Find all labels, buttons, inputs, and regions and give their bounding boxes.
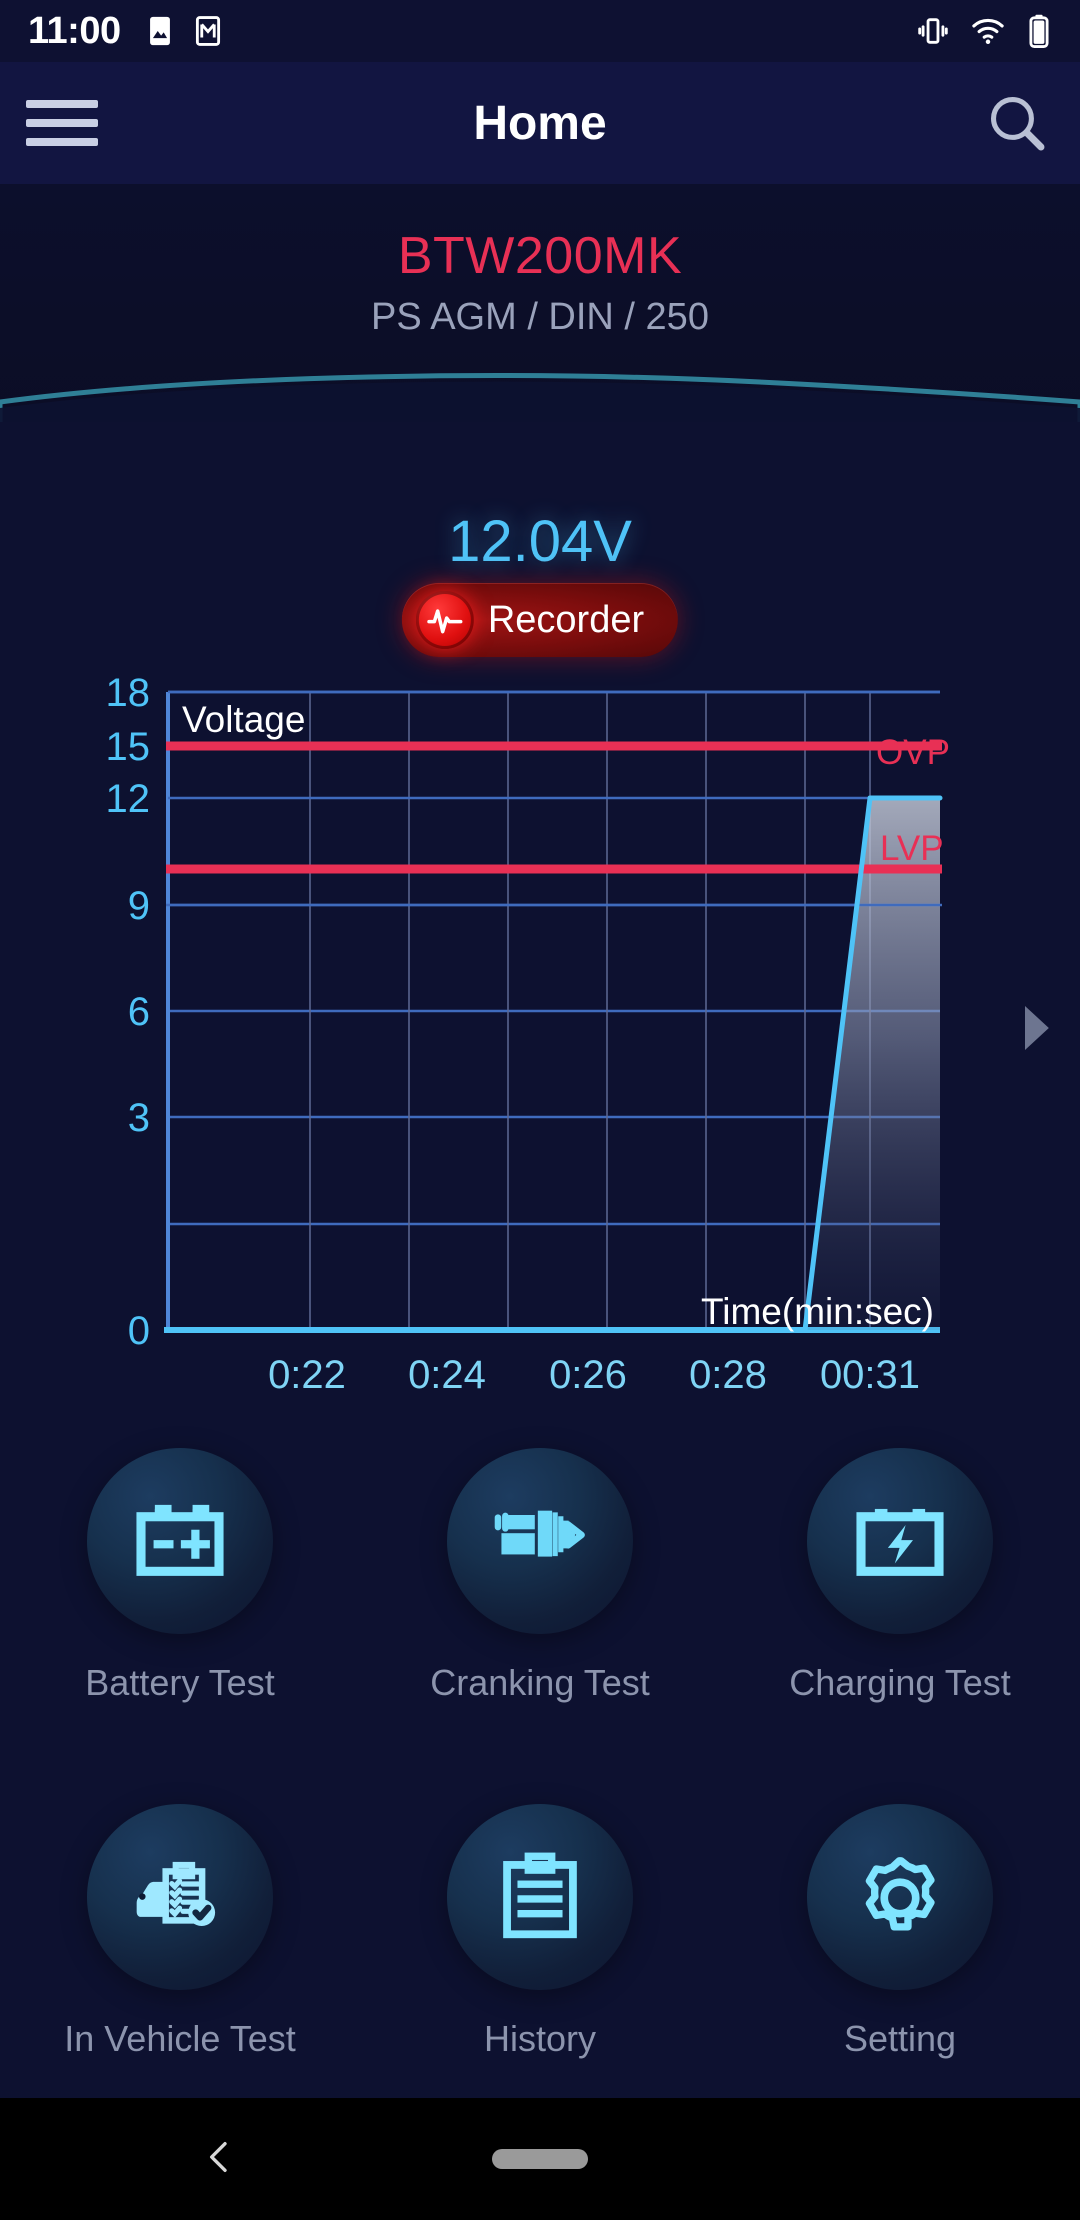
device-model-name: BTW200MK [397,227,683,285]
tile-history[interactable]: History [360,1804,720,2060]
wifi-icon [972,18,1004,45]
tile-charging-test[interactable]: Charging Test [720,1448,1080,1704]
car-checklist-icon [87,1804,273,1990]
system-nav-bar [0,2098,1080,2220]
feature-grid: Battery Test Cranking Test Charging Test… [0,1448,1080,2060]
tile-label: Battery Test [85,1662,275,1703]
pulse-icon [415,591,474,649]
tile-label: History [483,2018,596,2059]
starter-motor-glyph [494,1510,585,1557]
search-icon[interactable] [980,86,1054,160]
search-glyph [991,97,1045,151]
y-tick-18: 18 [106,671,151,715]
battery-plus-minus-glyph [136,1504,224,1576]
hamburger-menu-icon[interactable] [26,93,102,153]
recorder-label: Recorder [487,598,645,641]
chart-canvas: 18 15 12 9 6 3 0 0:22 0:24 0:26 0:28 00:… [106,671,950,1397]
ovp-label: OVP [876,733,950,772]
y-tick-15: 15 [106,725,151,769]
chevron-right-icon[interactable] [1014,1000,1058,1061]
clipboard-lines-icon [447,1804,633,1990]
app-bar: Home [0,62,1080,184]
tile-setting[interactable]: Setting [720,1804,1080,2060]
page-title: Home [473,96,607,150]
y-tick-0: 0 [128,1309,150,1353]
home-pill-handle[interactable] [492,2149,588,2169]
x-tick-2: 0:26 [549,1353,627,1397]
gmail-icon [195,16,220,46]
device-spec-text: PS AGM / DIN / 250 [371,296,709,338]
y-tick-3: 3 [128,1096,150,1140]
tile-in-vehicle-test[interactable]: In Vehicle Test [0,1804,360,2060]
status-bar: 11:00 [0,0,1080,62]
car-checklist-glyph [136,1861,216,1927]
x-tick-3: 0:28 [689,1353,767,1397]
y-tick-9: 9 [128,884,150,928]
battery-bolt-icon [807,1448,993,1634]
gear-glyph [865,1857,935,1931]
pulse-glyph [427,609,463,634]
photos-icon [149,16,170,46]
y-tick-6: 6 [128,990,150,1034]
chart-area-fill [805,798,940,1330]
x-tick-1: 0:24 [408,1353,486,1397]
chart-x-tick-labels: 0:22 0:24 0:26 0:28 00:31 [268,1353,920,1397]
x-tick-0: 0:22 [268,1353,346,1397]
tile-label: In Vehicle Test [64,2018,296,2059]
recorder-button[interactable]: Recorder [401,583,679,657]
status-system-icons [916,13,1052,49]
gear-icon [807,1804,993,1990]
tile-label: Cranking Test [430,1662,650,1703]
status-time: 11:00 [28,9,121,52]
voltage-reading: 12.04V [448,509,632,574]
wave-divider [0,373,1080,422]
y-tick-12: 12 [106,777,151,821]
x-tick-4: 00:31 [820,1353,920,1397]
status-notification-icons [143,14,225,48]
tile-label: Charging Test [789,1662,1011,1703]
chart-y-axis-title: Voltage [182,699,305,740]
lvp-label: LVP [880,829,944,868]
battery-bolt-glyph [856,1508,944,1576]
tile-battery-test[interactable]: Battery Test [0,1448,360,1704]
starter-motor-icon [447,1448,633,1634]
chevron-left-icon[interactable] [200,2137,240,2182]
battery-plus-minus-icon [87,1448,273,1634]
voltage-chart[interactable]: 18 15 12 9 6 3 0 0:22 0:24 0:26 0:28 00:… [0,670,1080,1400]
app-screen: 11:00 Home BTW200MK PS AGM / DIN / 250 1… [0,0,1080,2220]
hamburger-bar [26,100,98,108]
hamburger-bar [26,138,98,146]
vibrate-icon [918,18,948,44]
battery-icon [1029,14,1049,49]
chart-x-axis-title: Time(min:sec) [701,1291,934,1332]
tile-cranking-test[interactable]: Cranking Test [360,1448,720,1704]
chevron-right-glyph [1025,1006,1049,1050]
chart-y-tick-labels: 18 15 12 9 6 3 0 [106,671,151,1353]
clipboard-lines-glyph [503,1852,577,1939]
hamburger-bar [26,119,98,127]
device-info-panel: BTW200MK PS AGM / DIN / 250 [0,184,1080,422]
tile-label: Setting [843,2018,957,2059]
chevron-left-glyph [210,2141,227,2172]
